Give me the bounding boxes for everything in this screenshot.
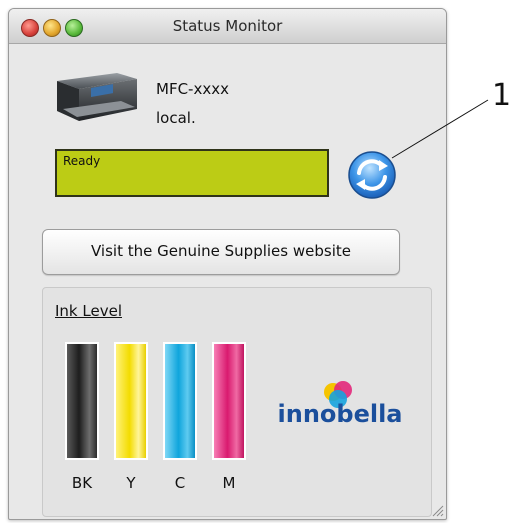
printer-icon	[57, 73, 137, 121]
ink-bar-m	[212, 342, 246, 460]
ink-fill-m	[214, 344, 244, 458]
ink-label-m: M	[222, 474, 236, 492]
status-display: Ready	[55, 149, 329, 197]
ink-bar-bk	[65, 342, 99, 460]
ink-level-title: Ink Level	[55, 302, 122, 320]
ink-fill-c	[165, 344, 195, 458]
ink-bar-y	[114, 342, 148, 460]
window-title: Status Monitor	[172, 17, 283, 35]
ink-bar-c	[163, 342, 197, 460]
innobella-logo: innobella	[278, 381, 403, 428]
ink-fill-y	[116, 344, 146, 458]
title-bar: Status Monitor	[9, 9, 446, 44]
device-host: local.	[156, 109, 196, 127]
resize-grip-icon[interactable]	[430, 503, 444, 517]
status-text: Ready	[63, 154, 101, 168]
ink-label-c: C	[174, 474, 186, 492]
visit-supplies-button[interactable]: Visit the Genuine Supplies website	[42, 229, 400, 275]
status-monitor-window: Status Monitor MFC-xxxx local. Ready Vis…	[8, 8, 447, 520]
device-model: MFC-xxxx	[156, 80, 229, 98]
callout-number: 1	[492, 78, 512, 113]
svg-text:innobella: innobella	[278, 400, 403, 428]
ink-fill-bk	[67, 344, 97, 458]
refresh-icon[interactable]	[344, 149, 400, 201]
ink-level-panel: Ink Level BK Y C M innobella	[42, 287, 432, 517]
ink-label-y: Y	[126, 474, 136, 492]
ink-label-bk: BK	[71, 474, 93, 492]
